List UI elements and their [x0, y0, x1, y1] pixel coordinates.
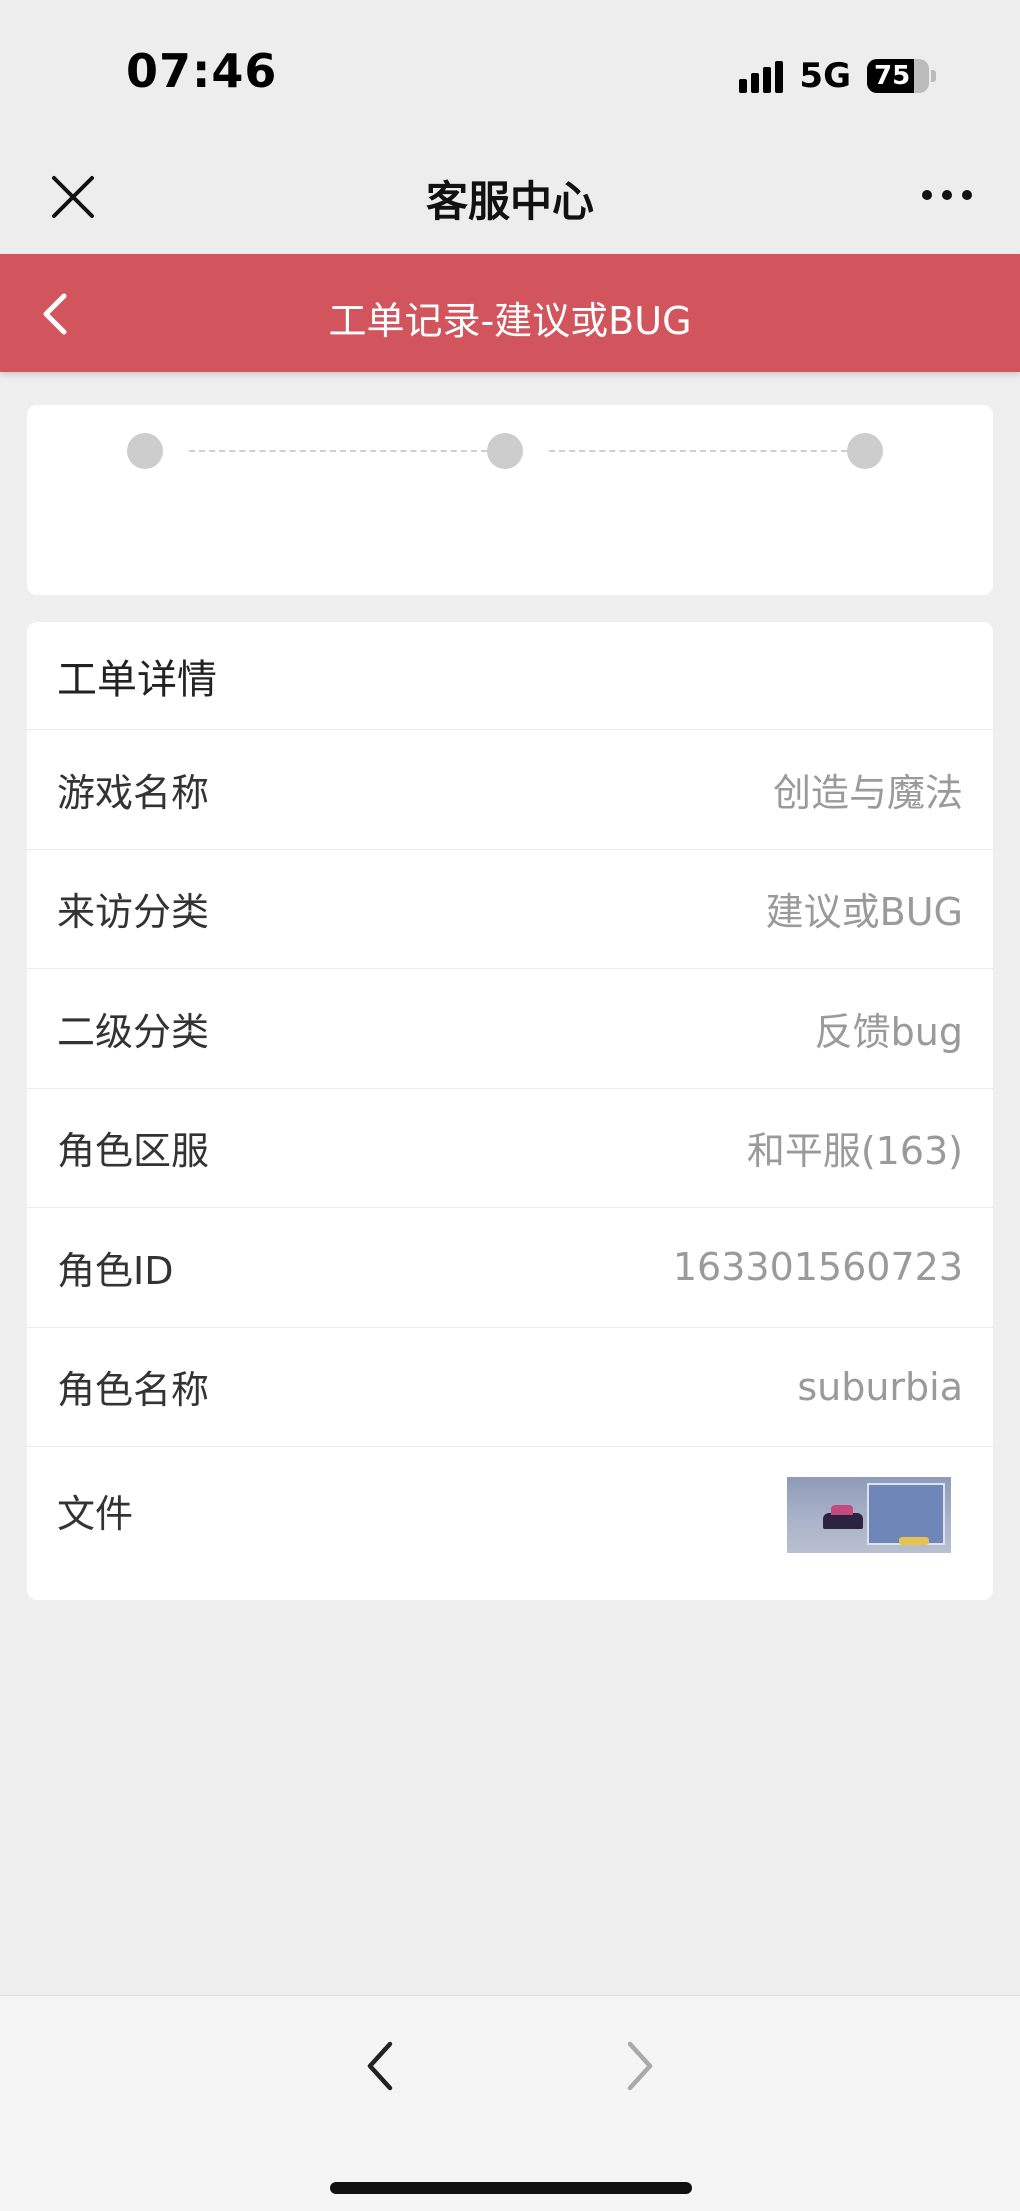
progress-connector	[549, 450, 847, 452]
row-label: 游戏名称	[57, 770, 210, 815]
status-indicators: 5G 75	[739, 56, 936, 96]
progress-step-2	[487, 433, 523, 469]
detail-row-server: 角色区服 和平服(163)	[27, 1089, 993, 1208]
progress-card	[27, 405, 993, 595]
row-value: 163301560723	[672, 1245, 963, 1290]
battery-tip	[931, 70, 936, 82]
row-label: 二级分类	[57, 1009, 210, 1054]
progress-step-3	[847, 433, 883, 469]
signal-icon	[739, 59, 784, 93]
detail-heading: 工单详情	[27, 622, 993, 730]
row-label: 角色名称	[57, 1368, 210, 1413]
battery-level: 75	[874, 61, 911, 91]
detail-row-game-name: 游戏名称 创造与魔法	[27, 730, 993, 850]
page-title: 工单记录-建议或BUG	[328, 299, 692, 343]
row-value: 创造与魔法	[772, 770, 963, 815]
battery-icon: 75	[867, 59, 929, 93]
network-type: 5G	[799, 56, 851, 96]
bottom-toolbar	[0, 1995, 1020, 2211]
nav-bar: 客服中心	[0, 140, 1020, 254]
back-arrow-icon[interactable]	[360, 2038, 400, 2094]
row-label: 文件	[57, 1492, 134, 1536]
detail-row-subcategory: 二级分类 反馈bug	[27, 969, 993, 1089]
progress-connector	[189, 450, 487, 452]
status-bar: 07:46 5G 75	[0, 0, 1020, 140]
page-header: 工单记录-建议或BUG	[0, 254, 1020, 372]
ticket-detail-card: 工单详情 游戏名称 创造与魔法 来访分类 建议或BUG 二级分类 反馈bug 角…	[27, 622, 993, 1600]
row-label: 来访分类	[57, 890, 210, 935]
more-icon[interactable]	[922, 190, 972, 200]
detail-row-role-id: 角色ID 163301560723	[27, 1208, 993, 1328]
row-label: 角色ID	[57, 1248, 174, 1293]
detail-row-file: 文件	[27, 1447, 993, 1597]
status-time: 07:46	[126, 44, 278, 98]
row-label: 角色区服	[57, 1129, 210, 1174]
row-value: 和平服(163)	[746, 1129, 963, 1174]
progress-step-1	[127, 433, 163, 469]
row-value: 建议或BUG	[765, 890, 963, 935]
row-value: 反馈bug	[814, 1009, 963, 1054]
file-thumbnail[interactable]	[787, 1477, 951, 1553]
detail-row-category: 来访分类 建议或BUG	[27, 850, 993, 969]
forward-arrow-icon[interactable]	[620, 2038, 660, 2094]
detail-row-role-name: 角色名称 suburbia	[27, 1328, 993, 1447]
row-value: suburbia	[797, 1364, 963, 1409]
home-indicator	[330, 2182, 692, 2194]
nav-title: 客服中心	[425, 177, 594, 226]
